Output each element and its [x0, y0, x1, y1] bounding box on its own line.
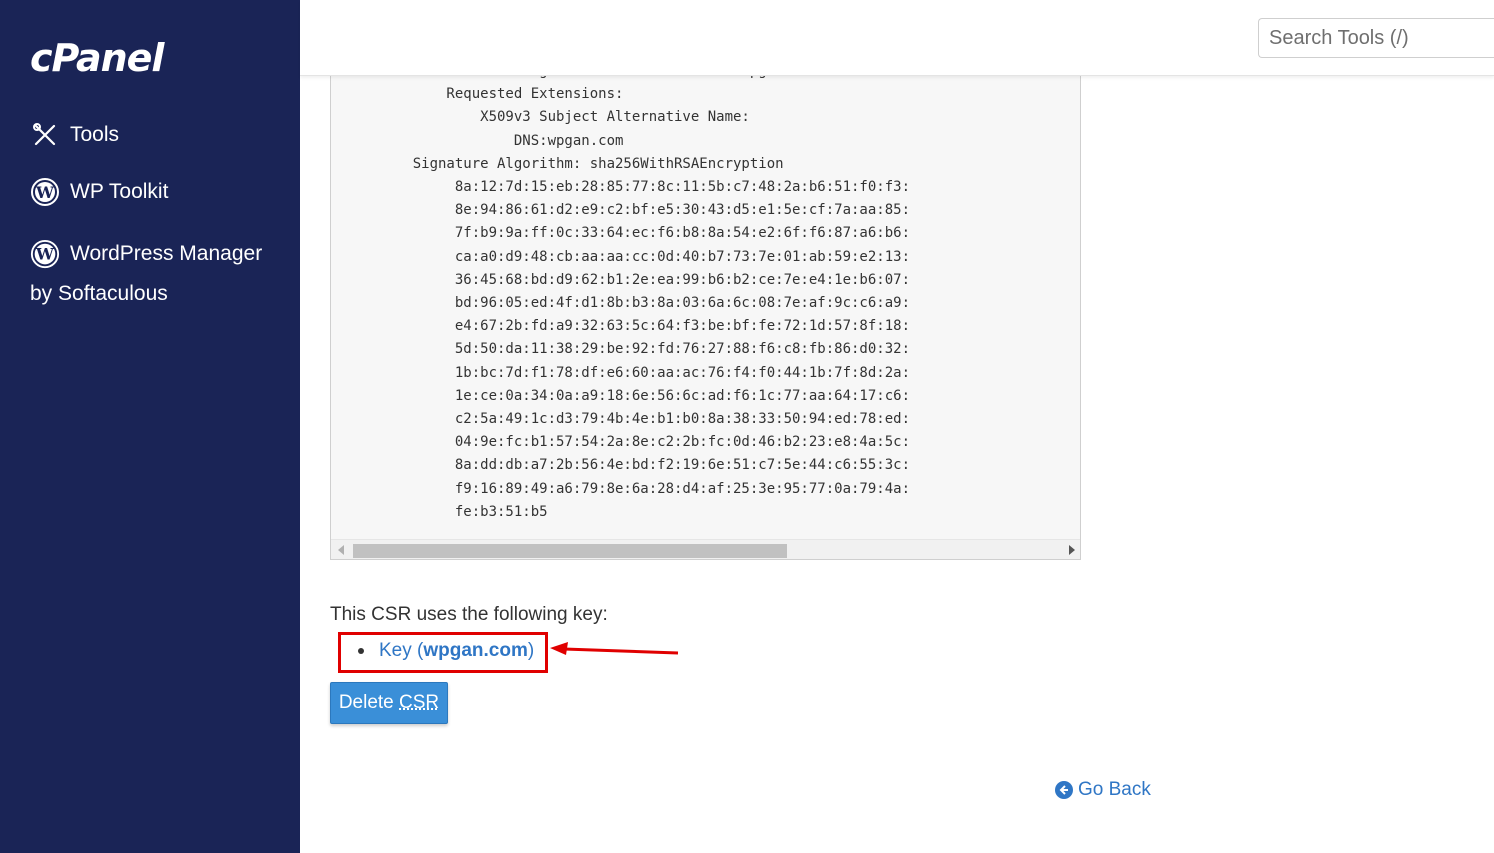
sidebar-item-label: WordPress Manager by Softaculous: [30, 242, 263, 305]
scrollbar-thumb[interactable]: [353, 544, 787, 558]
sidebar-item-wp-toolkit[interactable]: W WP Toolkit: [30, 177, 168, 207]
sidebar-item-label: Tools: [70, 123, 120, 146]
svg-text:W: W: [35, 183, 55, 202]
delete-abbr: CSR: [399, 692, 440, 713]
top-header: [300, 0, 1494, 76]
uses-key-text: This CSR uses the following key:: [330, 604, 608, 625]
sidebar-item-tools[interactable]: Tools: [30, 120, 119, 150]
key-link-prefix: Key (: [379, 640, 424, 661]
delete-label: Delete: [338, 692, 400, 713]
wordpress-icon: W: [30, 239, 60, 269]
go-back-link[interactable]: Go Back: [1055, 779, 1151, 801]
sidebar-item-wordpress-manager[interactable]: W WordPress Manager by Softaculous: [30, 234, 280, 314]
tools-icon: [30, 120, 60, 150]
arrow-left-circle-icon: [1055, 781, 1073, 799]
sidebar-item-label: WP Toolkit: [70, 180, 169, 203]
scroll-right-icon[interactable]: [1069, 545, 1075, 555]
key-link[interactable]: Key (wpgan.com): [379, 640, 534, 662]
csr-text-box[interactable]: challengePassword :kuncIwpgan Requested …: [330, 66, 1081, 560]
search-input[interactable]: [1258, 18, 1494, 58]
key-link-suffix: ): [527, 640, 535, 661]
wordpress-icon: W: [30, 177, 60, 207]
csr-text-area: challengePassword :kuncIwpgan Requested …: [331, 66, 1080, 531]
list-item: Key (wpgan.com): [358, 640, 534, 662]
red-arrow-icon: [550, 642, 679, 655]
cpanel-logo[interactable]: cPanel: [30, 36, 164, 80]
bullet-icon: [358, 648, 364, 654]
key-domain: wpgan.com: [423, 640, 528, 661]
svg-text:W: W: [35, 245, 55, 264]
sidebar: cPanel Tools W WP Toolkit W WordPress Ma…: [0, 0, 300, 853]
main-content: challengePassword :kuncIwpgan Requested …: [300, 66, 1494, 853]
delete-csr-button[interactable]: Delete CSR: [330, 682, 448, 724]
horizontal-scrollbar[interactable]: [331, 539, 1080, 559]
go-back-label: Go Back: [1078, 779, 1151, 800]
scroll-left-icon[interactable]: [338, 545, 344, 555]
csr-text: challengePassword :kuncIwpgan Requested …: [412, 66, 911, 520]
